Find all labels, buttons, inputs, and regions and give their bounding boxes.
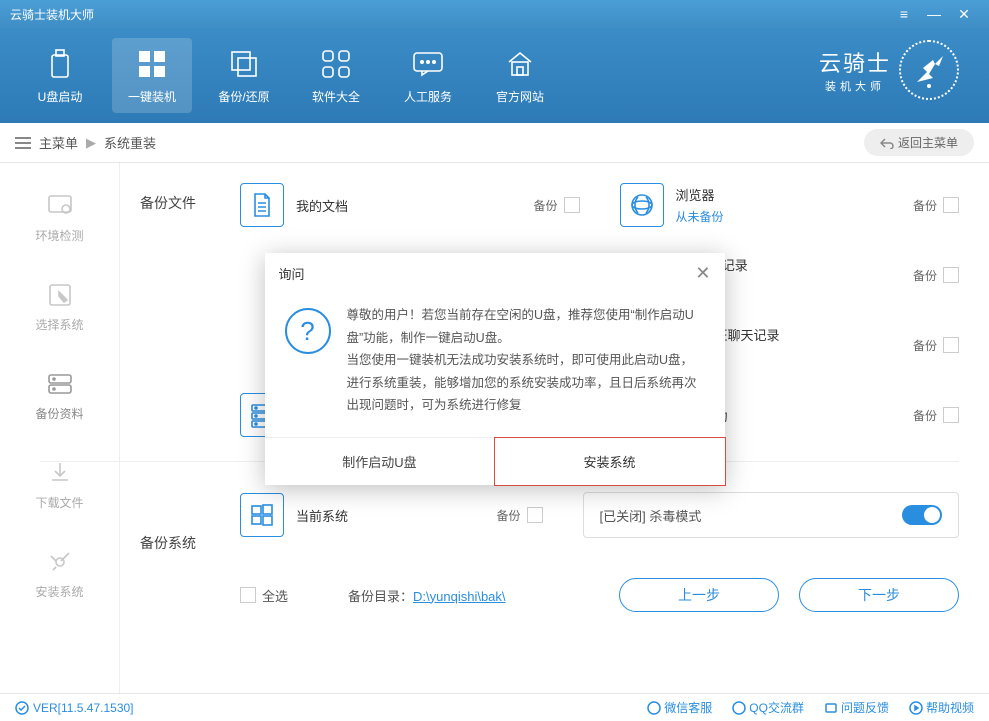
nav-service[interactable]: 人工服务	[388, 38, 468, 113]
nav-usb[interactable]: U盘启动	[20, 38, 100, 113]
top-nav: U盘启动 一键装机 备份/还原 软件大全 人工服务 官方网站 云骑士 装机大师	[0, 28, 989, 123]
nav-website-label: 官方网站	[480, 88, 560, 105]
item-docs: 我的文档 备份	[240, 183, 580, 227]
browser-icon	[620, 183, 664, 227]
nav-software[interactable]: 软件大全	[296, 38, 376, 113]
nav-service-label: 人工服务	[388, 88, 468, 105]
nav-backup[interactable]: 备份/还原	[204, 38, 284, 113]
checkbox[interactable]	[240, 587, 256, 603]
nav-usb-label: U盘启动	[20, 88, 100, 105]
nav-oneclick[interactable]: 一键装机	[112, 38, 192, 113]
windows-icon	[240, 493, 284, 537]
back-label: 返回主菜单	[898, 134, 958, 151]
breadcrumb-bar: 主菜单 ▶ 系统重装 返回主菜单	[0, 123, 989, 163]
back-button[interactable]: 返回主菜单	[864, 129, 974, 156]
title-bar: 云骑士装机大师 ≡ — ✕	[0, 0, 989, 28]
item-current-system: 当前系统 备份	[240, 493, 583, 537]
antivirus-toggle-box: [已关闭] 杀毒模式	[583, 492, 960, 538]
checkbox[interactable]	[564, 197, 580, 213]
checkbox[interactable]	[943, 267, 959, 283]
crumb-root[interactable]: 主菜单	[39, 133, 78, 152]
step-env[interactable]: 环境检测	[0, 173, 119, 262]
brand-title: 云骑士	[819, 46, 891, 78]
confirm-dialog: 询问 ✕ ? 尊敬的用户！若您当前存在空闲的U盘，推荐您使用“制作启动U盘”功能…	[265, 253, 725, 485]
checkbox[interactable]	[943, 197, 959, 213]
crumb-current: 系统重装	[104, 133, 156, 152]
app-title: 云骑士装机大师	[10, 6, 94, 23]
help-link[interactable]: 帮助视频	[909, 699, 974, 716]
feedback-link[interactable]: 问题反馈	[824, 699, 889, 716]
brand-subtitle: 装机大师	[819, 78, 891, 94]
dialog-close-icon[interactable]: ✕	[695, 263, 710, 284]
section-files-label: 备份文件	[140, 193, 196, 213]
undo-icon	[880, 137, 894, 149]
check-circle-icon	[15, 701, 29, 715]
backup-dir-link[interactable]: D:\yunqishi\bak\	[413, 589, 506, 604]
nav-software-label: 软件大全	[296, 88, 376, 105]
next-button[interactable]: 下一步	[799, 578, 959, 612]
antivirus-toggle[interactable]	[902, 505, 942, 525]
backup-dir: 备份目录：D:\yunqishi\bak\	[348, 586, 506, 605]
qq-link[interactable]: QQ交流群	[732, 699, 804, 716]
list-icon	[15, 137, 31, 149]
install-system-button[interactable]: 安装系统	[494, 437, 726, 486]
step-install[interactable]: 安装系统	[0, 529, 119, 618]
brand-logo: 云骑士 装机大师	[819, 40, 959, 100]
close-icon[interactable]: ✕	[949, 6, 979, 23]
checkbox[interactable]	[943, 337, 959, 353]
nav-backup-label: 备份/还原	[204, 88, 284, 105]
minimize-icon[interactable]: —	[919, 6, 949, 22]
document-icon	[240, 183, 284, 227]
checkbox[interactable]	[943, 407, 959, 423]
wechat-link[interactable]: 微信客服	[647, 699, 712, 716]
dialog-message: 尊敬的用户！若您当前存在空闲的U盘，推荐您使用“制作启动U盘”功能，制作一键启动…	[347, 304, 705, 417]
step-backup[interactable]: 备份资料	[0, 351, 119, 440]
antivirus-label: [已关闭] 杀毒模式	[600, 506, 702, 525]
nav-oneclick-label: 一键装机	[112, 88, 192, 105]
menu-icon[interactable]: ≡	[889, 6, 919, 22]
nav-website[interactable]: 官方网站	[480, 38, 560, 113]
step-select[interactable]: 选择系统	[0, 262, 119, 351]
steps-sidebar: 环境检测 选择系统 备份资料 下载文件 安装系统	[0, 163, 120, 693]
prev-button[interactable]: 上一步	[619, 578, 779, 612]
item-browser: 浏览器从未备份 备份	[620, 183, 960, 227]
status-bar: VER[11.5.47.1530] 微信客服 QQ交流群 问题反馈 帮助视频	[0, 693, 989, 721]
question-icon: ?	[285, 308, 331, 354]
checkbox[interactable]	[527, 507, 543, 523]
make-usb-button[interactable]: 制作启动U盘	[265, 438, 495, 485]
knight-icon	[899, 40, 959, 100]
select-all[interactable]: 全选	[240, 586, 288, 605]
step-download[interactable]: 下载文件	[0, 440, 119, 529]
chevron-right-icon: ▶	[86, 135, 96, 151]
section-system-label: 备份系统	[140, 533, 196, 553]
dialog-title: 询问	[279, 264, 305, 283]
version-label: VER[11.5.47.1530]	[33, 701, 134, 715]
